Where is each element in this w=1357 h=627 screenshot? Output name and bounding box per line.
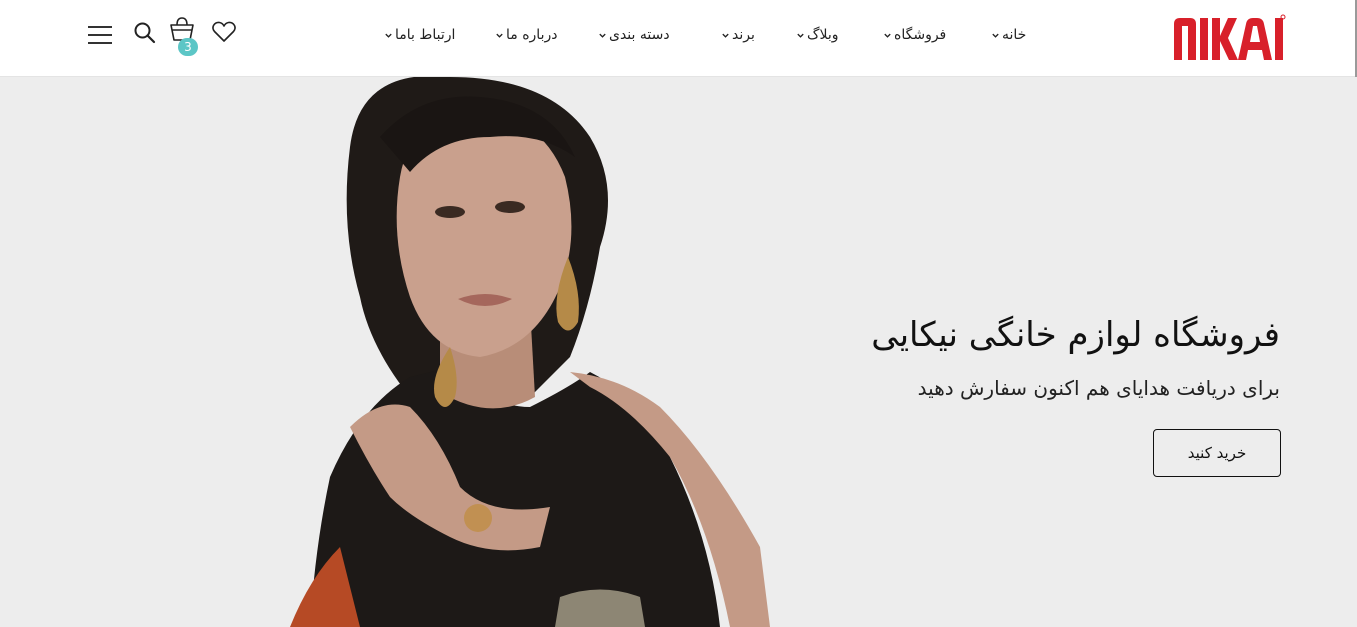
nav-item-contact[interactable]: ارتباط باما <box>384 25 455 45</box>
hero-banner: فروشگاه لوازم خانگی نیکایی برای دریافت ه… <box>0 77 1357 627</box>
nav-label: فروشگاه <box>894 27 947 43</box>
chevron-down-icon <box>797 33 804 38</box>
nav-item-about[interactable]: درباره ما <box>495 25 557 45</box>
chevron-down-icon <box>496 33 503 38</box>
chevron-down-icon <box>722 33 729 38</box>
nav-label: برند <box>732 27 755 43</box>
wishlist-button[interactable] <box>211 20 237 48</box>
nav-label: خانه <box>1002 27 1027 43</box>
hero-text-block: فروشگاه لوازم خانگی نیکایی برای دریافت ه… <box>760 313 1280 403</box>
menu-icon <box>88 26 112 44</box>
search-button[interactable] <box>132 20 158 50</box>
nav-label: ارتباط باما <box>395 27 456 43</box>
nav-item-blog[interactable]: وبلاگ <box>796 25 839 45</box>
nav-item-brand[interactable]: برند <box>721 25 755 45</box>
search-icon <box>134 22 156 44</box>
menu-button[interactable] <box>86 24 114 50</box>
nav-item-home[interactable]: خانه <box>991 25 1026 45</box>
cart-count-badge: 3 <box>178 38 198 56</box>
hero-model-image <box>290 77 770 627</box>
nav-label: درباره ما <box>506 27 558 43</box>
nav-item-shop[interactable]: فروشگاه <box>883 25 946 45</box>
nav-label: دسته بندی <box>609 27 670 43</box>
chevron-down-icon <box>884 33 891 38</box>
shop-now-button[interactable]: خرید کنید <box>1153 429 1281 477</box>
brand-logo[interactable] <box>1172 14 1286 62</box>
chevron-down-icon <box>385 33 392 38</box>
site-header: خانه فروشگاه وبلاگ برند دسته بندی درباره… <box>0 0 1357 77</box>
hero-title: فروشگاه لوازم خانگی نیکایی <box>871 315 1280 355</box>
heart-icon <box>212 21 236 42</box>
nav-label: وبلاگ <box>807 27 839 43</box>
chevron-down-icon <box>599 33 606 38</box>
nav-item-categories[interactable]: دسته بندی <box>598 25 670 45</box>
chevron-down-icon <box>992 33 999 38</box>
hero-subtitle: برای دریافت هدایای هم اکنون سفارش دهید <box>917 376 1280 400</box>
nikai-logo-mark <box>1174 14 1286 60</box>
main-nav: خانه فروشگاه وبلاگ برند دسته بندی درباره… <box>380 25 1040 45</box>
